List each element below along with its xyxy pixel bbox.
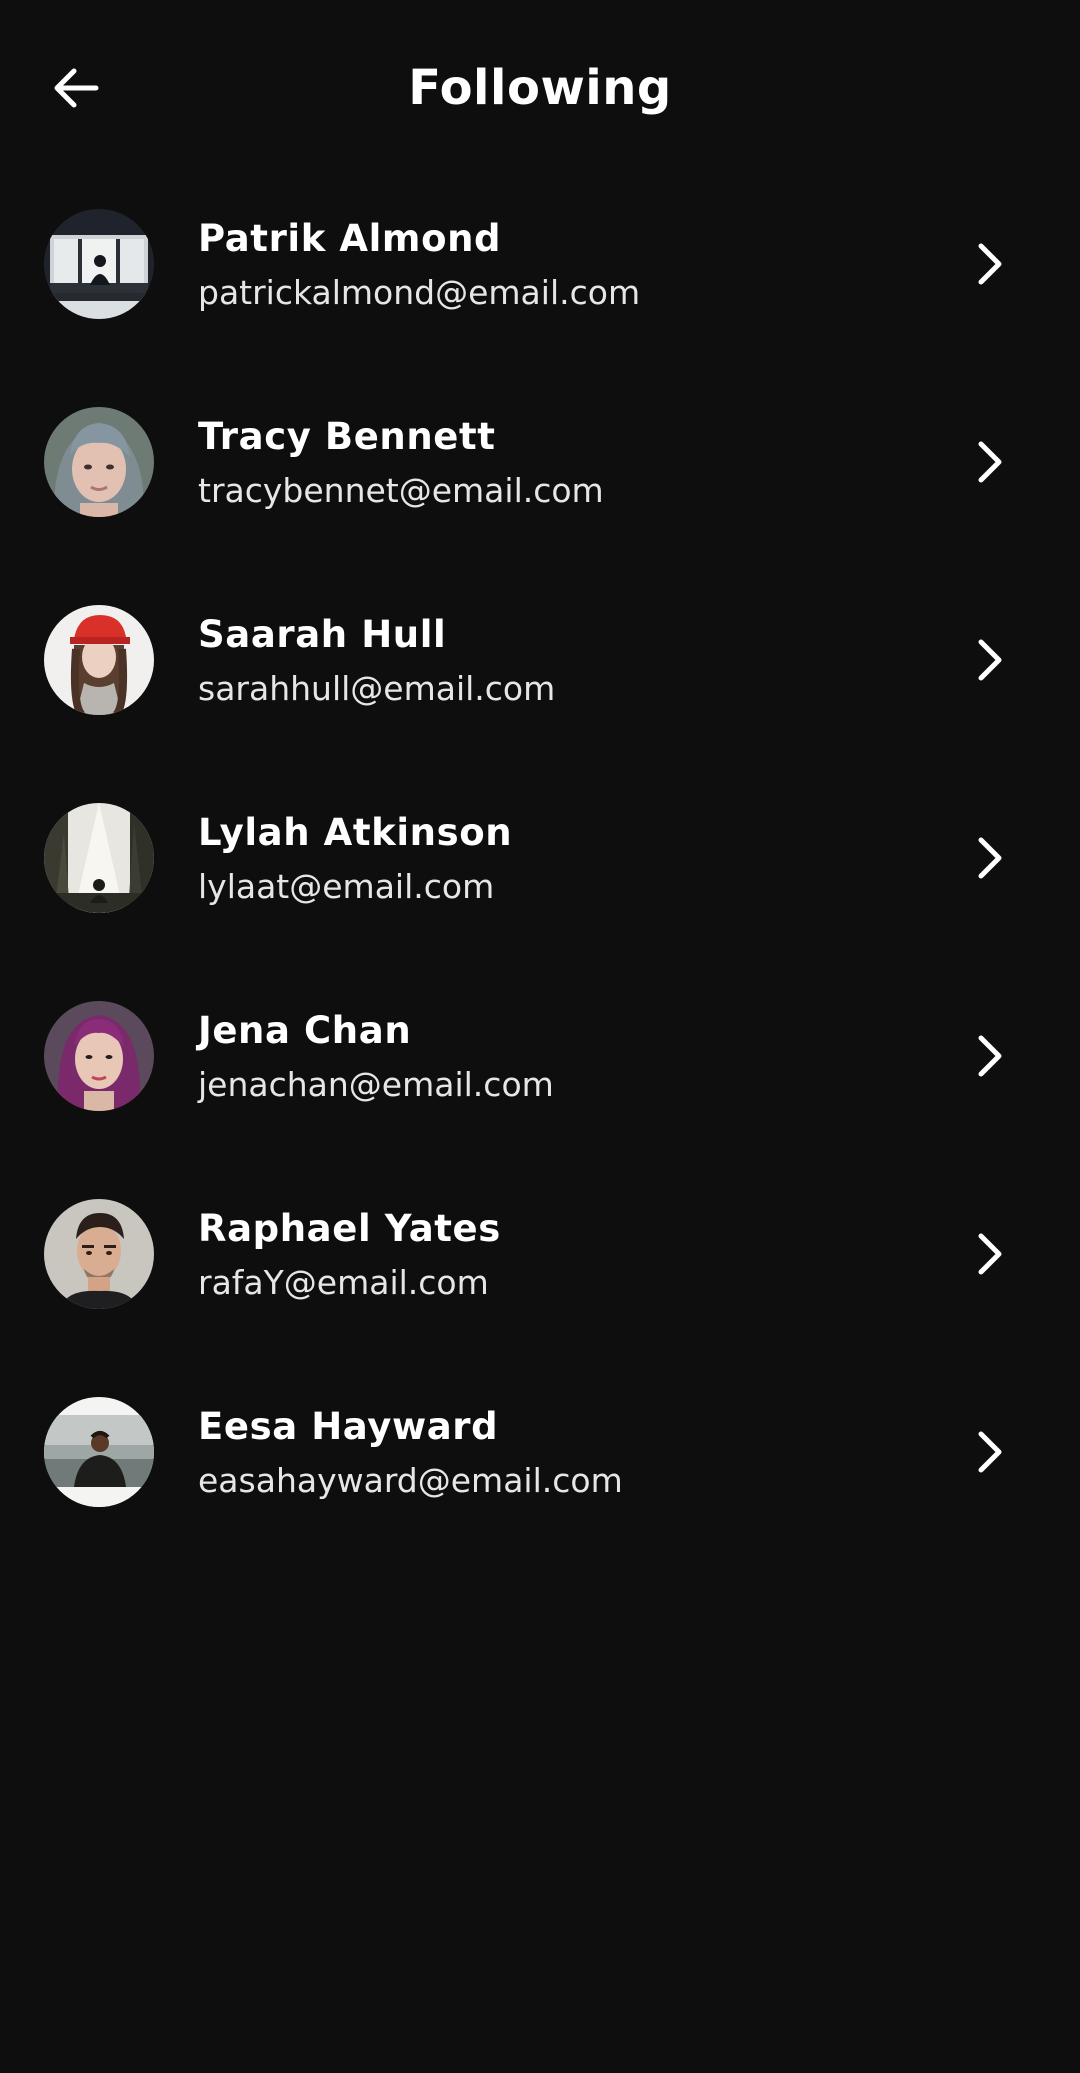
user-name: Lylah Atkinson bbox=[198, 811, 513, 854]
user-email: sarahhull@email.com bbox=[198, 669, 556, 708]
list-item[interactable]: Saarah Hull sarahhull@email.com bbox=[0, 594, 1080, 792]
chevron-right-icon bbox=[966, 1030, 1014, 1082]
list-item[interactable]: Jena Chan jenachan@email.com bbox=[0, 990, 1080, 1188]
user-name: Raphael Yates bbox=[198, 1207, 501, 1250]
avatar bbox=[44, 209, 154, 319]
user-email: lylaat@email.com bbox=[198, 867, 495, 906]
user-email: easahayward@email.com bbox=[198, 1461, 623, 1500]
following-list: Patrik Almond patrickalmond@email.com Tr… bbox=[0, 198, 1080, 1584]
avatar bbox=[44, 1001, 154, 1111]
list-item[interactable]: Lylah Atkinson lylaat@email.com bbox=[0, 792, 1080, 990]
chevron-right-icon bbox=[966, 1228, 1014, 1280]
chevron-right-icon bbox=[966, 634, 1014, 686]
list-item[interactable]: Patrik Almond patrickalmond@email.com bbox=[0, 198, 1080, 396]
list-item[interactable]: Tracy Bennett tracybennet@email.com bbox=[0, 396, 1080, 594]
user-email: rafaY@email.com bbox=[198, 1263, 489, 1302]
user-name: Eesa Hayward bbox=[198, 1405, 499, 1448]
list-item[interactable]: Eesa Hayward easahayward@email.com bbox=[0, 1386, 1080, 1584]
user-name: Jena Chan bbox=[198, 1009, 412, 1052]
chevron-right-icon bbox=[966, 832, 1014, 884]
following-screen: Following Patrik Almond patrickalmond@em… bbox=[0, 0, 1080, 2073]
avatar bbox=[44, 803, 154, 913]
user-name: Saarah Hull bbox=[198, 613, 447, 656]
avatar bbox=[44, 1397, 154, 1507]
list-item[interactable]: Raphael Yates rafaY@email.com bbox=[0, 1188, 1080, 1386]
avatar bbox=[44, 1199, 154, 1309]
app-header: Following bbox=[0, 0, 1080, 176]
avatar bbox=[44, 407, 154, 517]
user-email: jenachan@email.com bbox=[198, 1065, 554, 1104]
user-name: Tracy Bennett bbox=[198, 415, 496, 458]
user-name: Patrik Almond bbox=[198, 217, 502, 260]
avatar bbox=[44, 605, 154, 715]
chevron-right-icon bbox=[966, 238, 1014, 290]
user-email: tracybennet@email.com bbox=[198, 471, 604, 510]
page-title: Following bbox=[408, 60, 672, 116]
chevron-right-icon bbox=[966, 1426, 1014, 1478]
user-email: patrickalmond@email.com bbox=[198, 273, 641, 312]
chevron-right-icon bbox=[966, 436, 1014, 488]
